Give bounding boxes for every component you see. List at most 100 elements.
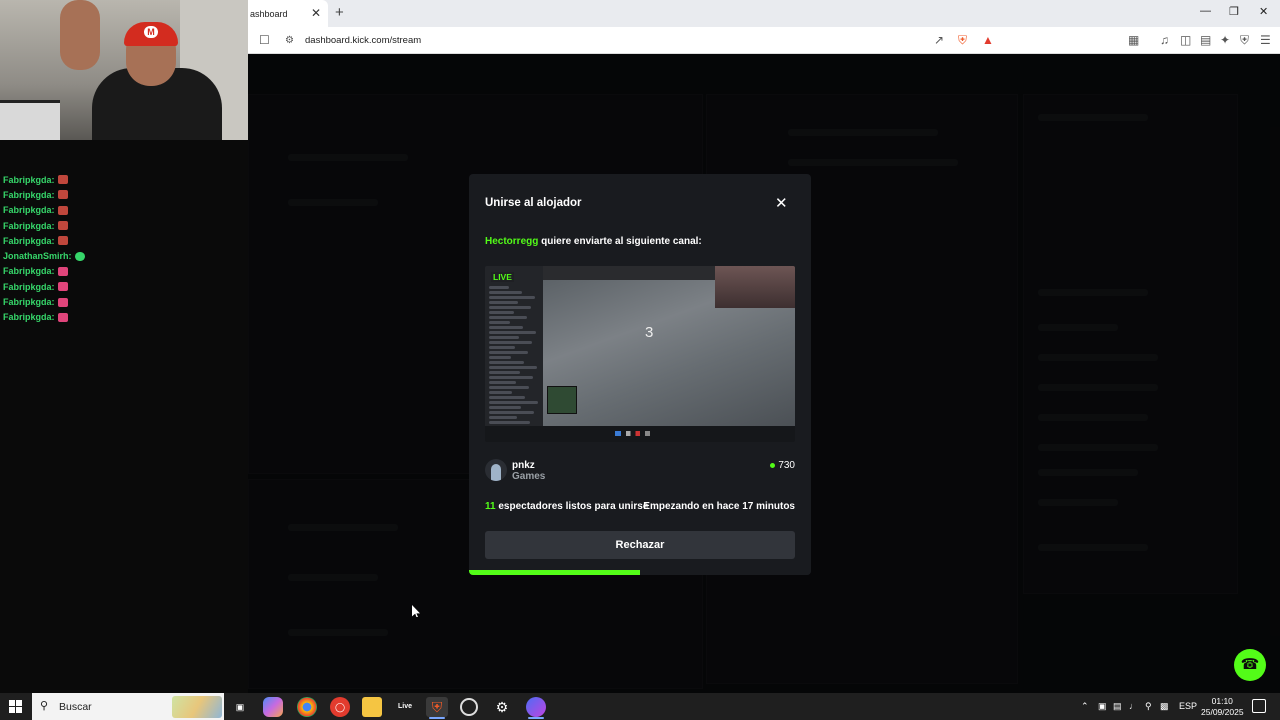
chat-overlay: Fabripkgda: Fabripkgda: Fabripkgda: Fabripk… [3,172,243,325]
brave-browser-icon[interactable]: ⛨ [426,697,448,717]
close-icon[interactable]: ✕ [775,194,788,212]
site-info-icon[interactable]: ⚙ [285,35,294,46]
invite-message: Hectorregg quiere enviarte al siguiente … [485,236,702,247]
reader-mode-icon[interactable]: ▦ [1128,33,1139,47]
menu-icon[interactable]: ☰ [1260,33,1271,47]
input-language[interactable]: ESP [1179,701,1197,711]
wallet-icon[interactable]: ▤ [1200,33,1211,47]
support-headset-icon[interactable]: ☎ [1234,649,1266,681]
settings-gear-icon[interactable]: ⚙ [492,697,512,717]
preview-webcam [715,266,795,308]
search-placeholder: Buscar [59,701,92,713]
sidebar-icon[interactable]: ◫ [1180,33,1191,47]
ready-viewers: 11 espectadores listos para unirse [485,501,648,512]
vpn-icon[interactable]: ⛨ [1240,33,1249,48]
brave-shield-icon[interactable]: ⛨ [958,33,967,48]
invite-text: quiere enviarte al siguiente canal: [538,236,702,247]
countdown-progress-fill [469,570,640,575]
search-icon: ⚲ [40,700,49,712]
preview-chat-row [489,296,535,299]
ready-viewers-text: espectadores listos para unirse [495,501,649,512]
tray-chevron-icon[interactable]: ⌃ [1081,701,1089,712]
system-clock[interactable]: 01:10 25/09/2025 [1201,696,1244,718]
leo-ai-icon[interactable]: ✦ [1220,33,1230,47]
webcam-hand [60,0,100,70]
pepe-emote-icon [57,190,68,200]
preview-chat-row [489,366,537,369]
chat-message: Fabripkgda: [3,187,243,202]
volume-icon[interactable]: ♩ [1129,701,1138,711]
preview-chat-row [489,291,522,294]
share-icon[interactable]: ↗ [934,33,944,47]
chat-username: Fabripkgda: [3,189,55,200]
obs-icon[interactable] [460,698,478,716]
preview-chat-row [489,381,516,384]
countdown-progress [469,570,811,575]
heart-emote-icon [57,282,68,292]
red-app-icon[interactable]: ◯ [330,697,350,717]
preview-chat-row [489,371,520,374]
preview-chat-row [489,331,536,334]
tray-app-icon[interactable]: ▣ [1098,701,1107,712]
display-icon[interactable]: ▩ [1160,701,1169,712]
preview-chat-row [489,361,524,364]
channel-category[interactable]: Games [512,471,545,482]
preview-chat-row [489,401,538,404]
stream-overlay: M Fabripkgda: Fabripkgda: Fabripkgda: Fabri… [0,0,248,693]
new-tab-button[interactable]: + [335,4,344,21]
file-explorer-icon[interactable] [362,697,382,717]
reject-button[interactable]: Rechazar [485,531,795,559]
notification-center-icon[interactable] [1252,699,1266,713]
live-badge: LIVE [491,272,514,282]
messenger-icon[interactable] [526,697,546,717]
copilot-icon[interactable] [263,697,283,717]
preview-chat-row [489,416,517,419]
chat-message: Fabripkgda: [3,310,243,325]
viewer-count: 730 [770,460,795,471]
preview-chat-row [489,301,518,304]
preview-chat-row [489,406,521,409]
heart-emote-icon [57,297,68,307]
chrome-icon[interactable] [297,697,317,717]
preview-chat-row [489,341,532,344]
channel-preview-thumbnail[interactable]: 3 LIVE [485,266,795,442]
bookmark-icon[interactable]: ☐ [259,33,270,47]
close-window-icon[interactable]: ✕ [1259,5,1268,18]
tab-close-icon[interactable]: ✕ [311,6,321,20]
preview-chat-row [489,411,534,414]
pepe-emote-icon [57,236,68,246]
heart-emote-icon [57,266,68,276]
search-highlight-art [172,696,222,718]
chat-username: Fabripkgda: [3,174,55,185]
network-icon[interactable]: ▤ [1113,701,1122,712]
taskbar-search-box[interactable]: ⚲ Buscar [32,693,224,720]
live-dot-icon [770,463,776,468]
cap-logo: M [144,26,158,38]
maximize-icon[interactable]: ❐ [1229,5,1239,18]
chat-username: Fabripkgda: [3,220,55,231]
start-button-icon[interactable] [9,700,22,713]
chat-message: Fabripkgda: [3,264,243,279]
chat-username: Fabripkgda: [3,205,55,216]
url-field[interactable]: dashboard.kick.com/stream [305,35,421,46]
brave-rewards-icon[interactable]: ▲ [982,33,994,47]
host-name[interactable]: Hectorregg [485,236,538,247]
task-view-icon[interactable]: ▣ [230,697,250,717]
chat-username: Fabripkgda: [3,281,55,292]
media-icon[interactable]: ♫ [1160,33,1169,47]
preview-chat-row [489,321,510,324]
preview-minimap [547,386,577,414]
live-app-icon[interactable]: Live [395,697,415,717]
chat-username: Fabripkgda: [3,297,55,308]
minimize-icon[interactable]: — [1200,5,1211,17]
chat-message: Fabripkgda: [3,294,243,309]
channel-name[interactable]: pnkz [512,460,535,471]
preview-chat-row [489,351,528,354]
channel-avatar[interactable] [485,459,507,481]
viewer-count-value: 730 [778,460,795,471]
chat-username: JonathanSmirh: [3,251,72,262]
microphone-icon[interactable]: ⚲ [1145,701,1152,712]
running-app-indicator [528,717,544,719]
preview-game-number: 3 [645,324,654,341]
clock-time: 01:10 [1211,696,1233,706]
